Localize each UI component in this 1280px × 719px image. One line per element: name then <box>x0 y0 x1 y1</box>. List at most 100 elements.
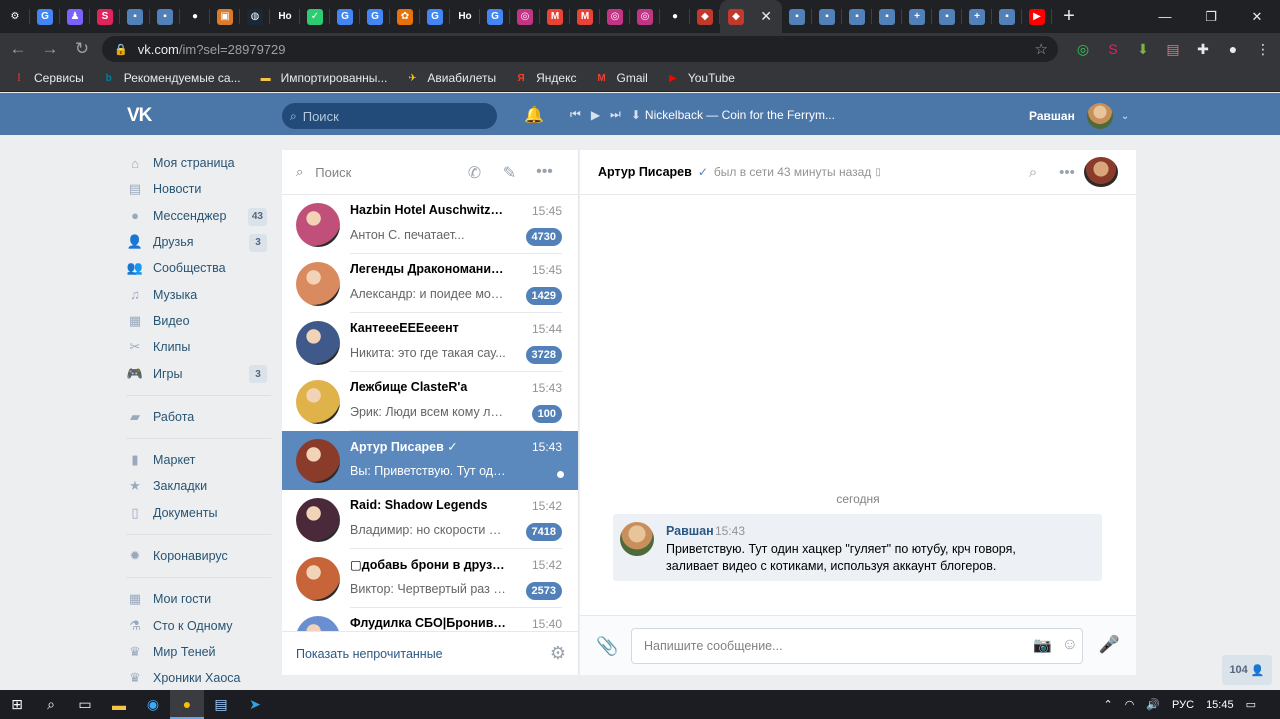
vk-logo[interactable]: VK <box>127 105 152 127</box>
tab-a-14[interactable]: G <box>420 0 450 33</box>
tab-b-0[interactable]: ▪ <box>782 0 812 33</box>
forward-button[interactable]: → <box>36 35 64 63</box>
peer-avatar[interactable] <box>1084 157 1118 187</box>
edge-icon[interactable]: ◉ <box>136 690 170 719</box>
sidebar-item[interactable]: ⚗ Сто к Одному <box>126 612 271 638</box>
dialogs-search-input[interactable]: Поиск <box>315 165 351 180</box>
extension-sc-icon[interactable]: S <box>1098 37 1128 61</box>
sidebar-item[interactable]: ▮ Маркет <box>126 447 271 473</box>
minimize-button[interactable]: — <box>1142 0 1188 33</box>
tab-a-8[interactable]: ◍ <box>240 0 270 33</box>
list-item[interactable]: Легенды Дракономании I... 15:45 Александр:… <box>282 254 578 313</box>
bookmark-item[interactable]: ✈ Авиабилеты <box>405 71 496 85</box>
new-tab-button[interactable]: + <box>1052 5 1086 28</box>
gear-icon[interactable]: ⚙ <box>550 643 566 664</box>
sidebar-item[interactable]: ▯ Документы <box>126 500 271 526</box>
sidebar-item[interactable]: ⌂ Моя страница <box>126 150 271 176</box>
message-author[interactable]: Равшан <box>666 524 714 538</box>
close-window-button[interactable]: ✕ <box>1234 0 1280 33</box>
tab-a-10[interactable]: ✓ <box>300 0 330 33</box>
search-icon[interactable]: ⌕ <box>34 690 68 719</box>
sidebar-item[interactable]: 👤 Друзья 3 <box>126 229 271 255</box>
list-item[interactable]: Артур Писарев ✓ 15:43 Вы: Приветствую. Тут… <box>282 431 578 490</box>
chevron-up-icon[interactable]: ⌃ <box>1104 698 1113 711</box>
tab-b-4[interactable]: + <box>902 0 932 33</box>
sidebar-item[interactable]: ✹ Коронавирус <box>126 543 271 569</box>
tab-a-17[interactable]: ◎ <box>510 0 540 33</box>
browser-menu-icon[interactable]: ⋮ <box>1248 37 1278 61</box>
windows-start-icon[interactable]: ⊞ <box>0 690 34 719</box>
current-track[interactable]: Nickelback — Coin for the Ferrym... <box>645 108 835 122</box>
tab-a-7[interactable]: ▣ <box>210 0 240 33</box>
bookmark-star-icon[interactable]: ☆ <box>1035 40 1048 58</box>
more-icon[interactable]: ••• <box>527 163 562 183</box>
sidebar-item[interactable]: ♫ Музыка <box>126 281 271 307</box>
sidebar-item[interactable]: ▦ Видео <box>126 308 271 334</box>
tab-a-4[interactable]: ▪ <box>120 0 150 33</box>
message-input[interactable]: Напишите сообщение... <box>631 628 1083 664</box>
language-indicator[interactable]: РУС <box>1172 699 1194 711</box>
tab-a-13[interactable]: ✿ <box>390 0 420 33</box>
sidebar-item[interactable]: ★ Закладки <box>126 473 271 499</box>
tab-b-1[interactable]: ▪ <box>812 0 842 33</box>
attach-icon[interactable]: 📎 <box>596 636 618 657</box>
tab-a-0[interactable]: ⚙ <box>0 0 30 33</box>
tab-a-2[interactable]: ♟ <box>60 0 90 33</box>
tab-b-6[interactable]: + <box>962 0 992 33</box>
tab-a-19[interactable]: M <box>570 0 600 33</box>
back-button[interactable]: ← <box>4 35 32 63</box>
tab-a-3[interactable]: S <box>90 0 120 33</box>
network-icon[interactable]: ◠ <box>1125 698 1135 711</box>
more-icon[interactable]: ••• <box>1050 164 1084 181</box>
sidebar-item[interactable]: ♛ Мир Теней <box>126 639 271 665</box>
sidebar-item[interactable]: 👥 Сообщества <box>126 255 271 281</box>
notifications-icon[interactable]: ▭ <box>1246 698 1256 711</box>
previous-track-icon[interactable]: ⏮ <box>570 107 581 122</box>
list-item[interactable]: Raid: Shadow Legends 15:42 Владимир: но ск… <box>282 490 578 549</box>
sidebar-item[interactable]: ● Мессенджер 43 <box>126 203 271 229</box>
download-icon[interactable]: ⬇ <box>631 108 641 122</box>
close-tab-icon[interactable]: ✕ <box>760 8 772 25</box>
tab-a-15[interactable]: Hо <box>450 0 480 33</box>
bookmark-item[interactable]: Я Яндекс <box>514 71 577 85</box>
sidebar-item[interactable]: ▰ Работа <box>126 404 271 430</box>
tab-a-20[interactable]: ◎ <box>600 0 630 33</box>
extension-clipboard-icon[interactable]: ▤ <box>1158 37 1188 61</box>
camera-icon[interactable]: 📷 <box>1033 636 1052 654</box>
tab-b-5[interactable]: ▪ <box>932 0 962 33</box>
tab-active-vk[interactable]: ◆ ✕ <box>720 0 782 33</box>
search-icon[interactable]: ⌕ <box>1016 164 1050 181</box>
extensions-puzzle-icon[interactable]: ✚ <box>1188 37 1218 61</box>
next-track-icon[interactable]: ⏭ <box>610 107 621 122</box>
address-bar[interactable]: 🔒 vk.com/im?sel=28979729 ☆ <box>102 36 1058 62</box>
bookmark-item[interactable]: ▶ YouTube <box>666 71 735 85</box>
call-icon[interactable]: ✆ <box>457 163 492 183</box>
tab-a-22[interactable]: ● <box>660 0 690 33</box>
notifications-bell-icon[interactable]: 🔔 <box>524 105 544 125</box>
list-item[interactable]: ▢добавь брони в друзья ... 15:42 Виктор: Ч… <box>282 549 578 608</box>
show-unread-link[interactable]: Показать непрочитанные <box>296 647 443 661</box>
telegram-icon[interactable]: ➤ <box>238 690 272 719</box>
bookmark-item[interactable]: ▬ Импортированны... <box>259 71 388 85</box>
tab-a-21[interactable]: ◎ <box>630 0 660 33</box>
message-bubble[interactable]: Равшан 15:43 Приветствую. Тут один хацке… <box>613 514 1102 581</box>
online-friends-button[interactable]: 104 👤 <box>1222 655 1272 685</box>
bookmark-item[interactable]: ⁞ Сервисы <box>12 71 83 85</box>
tab-a-12[interactable]: G <box>360 0 390 33</box>
clock[interactable]: 15:45 <box>1206 699 1234 711</box>
tab-b-2[interactable]: ▪ <box>842 0 872 33</box>
header-search-input[interactable]: ⌕ Поиск <box>282 103 497 129</box>
sidebar-item[interactable]: 🎮 Игры 3 <box>126 360 271 386</box>
peer-name[interactable]: Артур Писарев <box>598 165 692 179</box>
tab-a-9[interactable]: Hо <box>270 0 300 33</box>
user-menu[interactable]: Равшан ⌄ <box>1029 103 1129 129</box>
list-item[interactable]: КантеееЕЕЕееент 15:44 Никита: это где така… <box>282 313 578 372</box>
bookmark-item[interactable]: b Рекомендуемые са... <box>102 71 241 85</box>
extension-ring-icon[interactable]: ◎ <box>1068 37 1098 61</box>
file-explorer-icon[interactable]: ▬ <box>102 690 136 719</box>
tab-a-23[interactable]: ◆ <box>690 0 720 33</box>
bookmark-item[interactable]: M Gmail <box>594 71 648 85</box>
emoji-icon[interactable]: ☺ <box>1062 636 1078 654</box>
reload-button[interactable]: ↻ <box>68 35 96 63</box>
tab-b-8[interactable]: ▶ <box>1022 0 1052 33</box>
